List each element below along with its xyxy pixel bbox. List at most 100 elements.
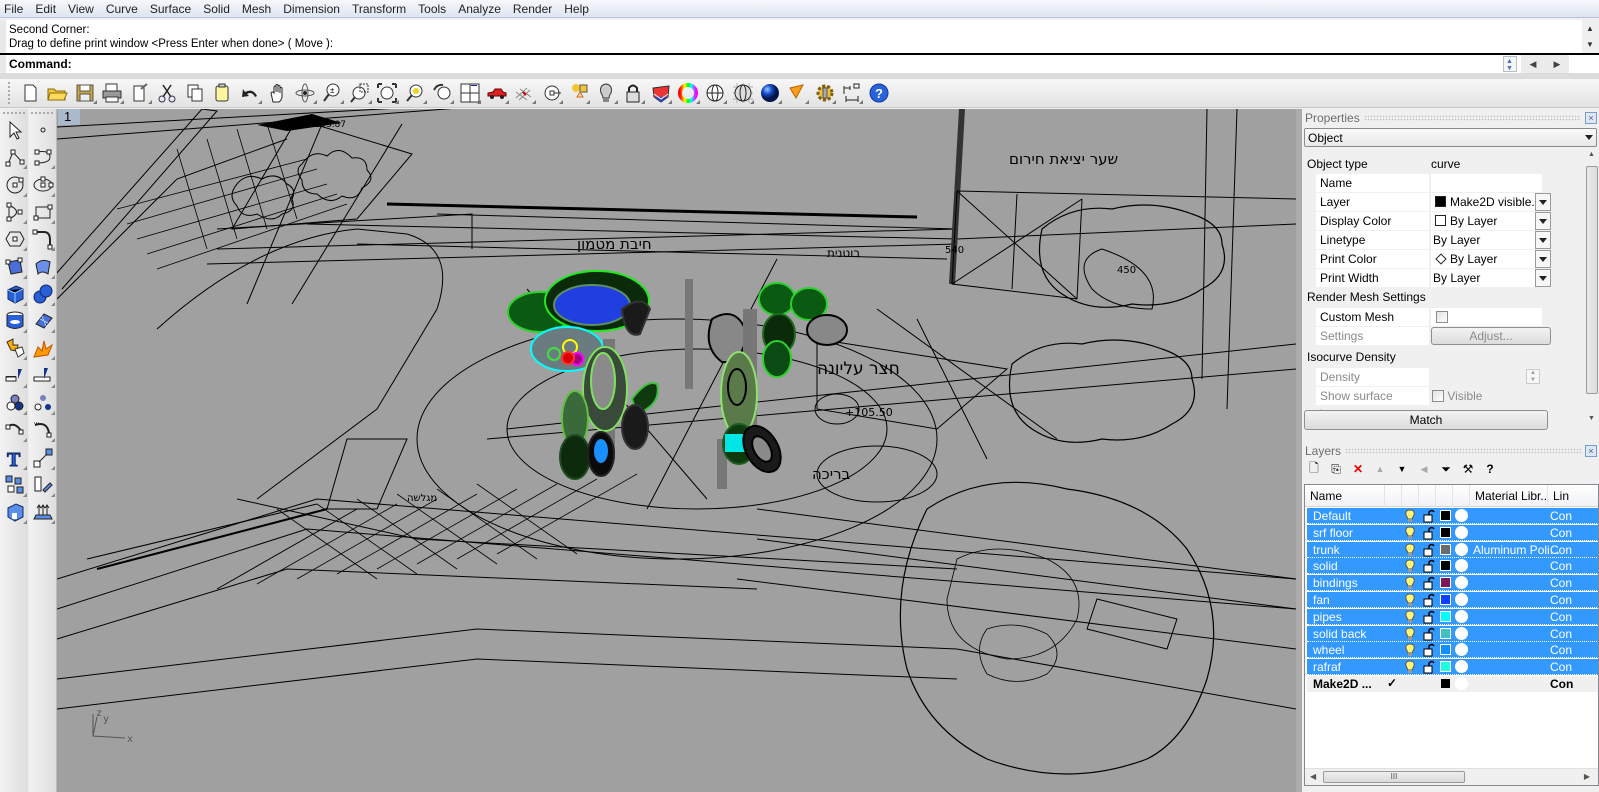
menu-mesh[interactable]: Mesh [236, 0, 277, 18]
command-input[interactable] [71, 56, 1503, 72]
layer-linetype[interactable]: Con [1550, 660, 1572, 674]
layer-name[interactable]: fan [1313, 593, 1330, 607]
ellipse-icon[interactable] [30, 172, 56, 198]
command-history-scrollbar[interactable]: ▲ ▼ [1582, 20, 1599, 53]
column-color[interactable] [1436, 485, 1453, 507]
sweep-icon[interactable] [30, 254, 56, 280]
layer-color-swatch[interactable] [1440, 594, 1451, 605]
layer-row[interactable]: pipes Con [1307, 608, 1598, 627]
menu-transform[interactable]: Transform [346, 0, 412, 18]
layer-row[interactable]: srf floor Con [1307, 524, 1598, 541]
sphere-icon[interactable] [30, 281, 56, 307]
undo-view-icon[interactable] [429, 80, 457, 106]
layer-linetype[interactable]: Con [1550, 576, 1572, 590]
panel-grip[interactable] [1345, 447, 1581, 454]
select-arrow-icon[interactable] [2, 117, 28, 143]
menu-analyze[interactable]: Analyze [452, 0, 507, 18]
material-icon[interactable] [1455, 609, 1468, 623]
layer-name[interactable]: wheel [1313, 643, 1344, 657]
menu-edit[interactable]: Edit [29, 0, 62, 18]
property-value[interactable]: By Layer [1431, 212, 1542, 230]
lightbulb-on-icon[interactable] [1405, 660, 1415, 677]
move-icon[interactable] [30, 445, 56, 471]
layer-name[interactable]: Make2D ... [1313, 677, 1372, 691]
chevron-down-icon[interactable] [1535, 250, 1551, 268]
surface-patch-icon[interactable] [30, 308, 56, 334]
new-sublayer-icon[interactable]: ⎘ [1330, 462, 1342, 477]
layer-linetype[interactable]: Con [1550, 643, 1572, 657]
menu-view[interactable]: View [62, 0, 100, 18]
filter-icon[interactable]: ⏷ [1440, 462, 1452, 477]
menu-file[interactable]: File [0, 0, 29, 18]
spin-up-icon[interactable]: ▲ [1506, 58, 1513, 65]
layer-linetype[interactable]: Con [1550, 559, 1572, 573]
layer-linetype[interactable]: Con [1550, 543, 1572, 557]
property-value[interactable]: By Layer [1431, 231, 1542, 249]
density-spinner[interactable]: ▲ ▼ [1526, 369, 1540, 384]
array-icon[interactable] [2, 472, 28, 498]
ungroup-icon[interactable] [30, 390, 56, 416]
rectangle-icon[interactable] [30, 199, 56, 225]
osnap-icon[interactable] [538, 80, 565, 106]
zoom-extents-icon[interactable] [374, 80, 402, 106]
copy-icon[interactable] [181, 80, 209, 106]
scroll-right-icon[interactable]: ▶ [1584, 772, 1590, 781]
visible-checkbox[interactable] [1432, 390, 1444, 402]
wireframe-icon[interactable] [702, 80, 729, 106]
options-gear-icon[interactable] [811, 80, 838, 106]
layer-row[interactable]: trunk Aluminum Poli... Con [1307, 541, 1598, 560]
menu-render[interactable]: Render [507, 0, 558, 18]
visible-toggle[interactable]: Visible [1429, 389, 1482, 403]
lightbulb-on-icon[interactable] [1405, 643, 1415, 660]
material-icon[interactable] [1455, 593, 1468, 606]
scroll-thumb[interactable]: III [1323, 771, 1465, 783]
toolbar-grip[interactable] [8, 82, 12, 104]
layer-row[interactable]: solid back Con [1307, 625, 1598, 642]
lightbulb-on-icon[interactable] [1405, 543, 1415, 560]
lightbulb-on-icon[interactable] [1405, 593, 1415, 610]
match-button[interactable]: Match [1304, 410, 1548, 430]
import-icon[interactable] [126, 80, 154, 106]
layer-row[interactable]: solid Con [1307, 558, 1598, 576]
layer-linetype[interactable]: Con [1550, 593, 1572, 607]
layer-name[interactable]: Default [1313, 509, 1351, 523]
column-linetype[interactable]: Lin [1548, 485, 1598, 507]
layer-row[interactable]: bindings Con [1307, 575, 1598, 592]
unlock-icon[interactable] [1423, 593, 1435, 610]
layer-linetype[interactable]: Con [1550, 610, 1572, 624]
layer-linetype[interactable]: Con [1550, 526, 1572, 540]
layer-color-swatch[interactable] [1440, 577, 1451, 589]
layer-row[interactable]: rafraf Con [1307, 659, 1598, 677]
material-icon[interactable] [1455, 677, 1468, 690]
lightbulb-on-icon[interactable] [1405, 610, 1415, 627]
property-value[interactable] [1431, 174, 1542, 192]
property-value[interactable]: By Layer [1431, 269, 1542, 287]
lightbulb-on-icon[interactable] [1405, 559, 1415, 576]
scroll-up-icon[interactable]: ▲ [1588, 151, 1595, 158]
layer-icon[interactable] [647, 80, 674, 106]
chevron-down-icon[interactable] [1535, 212, 1551, 230]
material-icon[interactable] [1455, 643, 1468, 657]
layer-name[interactable]: solid [1313, 559, 1338, 573]
unlock-icon[interactable] [1423, 559, 1435, 576]
group-icon[interactable] [2, 390, 28, 416]
menu-curve[interactable]: Curve [100, 0, 144, 18]
adjust-button[interactable]: Adjust... [1431, 327, 1551, 345]
color-wheel-icon[interactable] [674, 80, 701, 106]
layer-color-swatch[interactable] [1440, 560, 1451, 572]
properties-scrollbar[interactable]: ▲ ▼ [1585, 147, 1599, 429]
layer-name[interactable]: rafraf [1313, 660, 1341, 674]
layer-color-swatch[interactable] [1440, 526, 1451, 538]
cylinder-icon[interactable] [2, 308, 28, 334]
lock-icon[interactable] [620, 80, 647, 106]
zoom-selected-icon[interactable] [401, 80, 429, 106]
column-material-library[interactable]: Material Libr... [1470, 485, 1548, 507]
unlock-icon[interactable] [1423, 610, 1435, 627]
properties-page-selector[interactable]: Object [1304, 128, 1597, 147]
help-icon[interactable]: ? [865, 80, 892, 106]
pan-icon[interactable] [264, 80, 292, 106]
property-value[interactable]: Make2D visible... [1431, 193, 1542, 211]
material-icon[interactable] [1455, 626, 1468, 640]
box-icon[interactable] [2, 281, 28, 307]
material-icon[interactable] [1455, 542, 1468, 556]
